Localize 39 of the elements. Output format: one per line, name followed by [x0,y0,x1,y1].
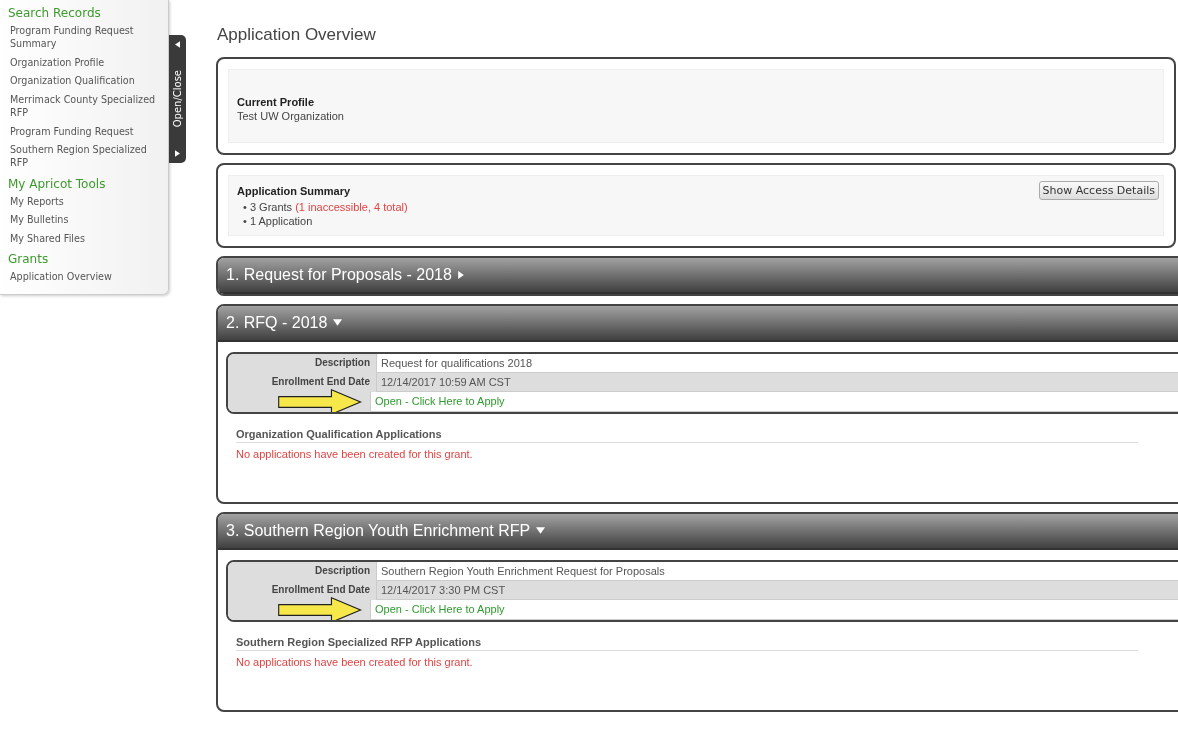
sidebar-link[interactable]: Program Funding Request [8,122,168,141]
down-triangle-icon [536,527,546,535]
applications-heading: Southern Region Specialized RFP Applications [236,635,1138,651]
sidebar-link[interactable]: Southern Region Specialized RFP [8,140,168,173]
sidebar-link[interactable]: My Shared Files [8,229,168,249]
show-access-details-button[interactable]: Show Access Details [1038,181,1159,200]
down-triangle-icon [333,319,343,327]
sidebar-heading: Search Records [8,6,102,20]
applications-heading: Organization Qualification Applications [236,427,1138,443]
summary-heading: Application Summary [237,184,351,197]
empty-message: No applications have been created for this grant. [236,447,474,460]
detail-value: Request for qualifications 2018 [376,353,1178,373]
grant-header[interactable]: 3. Southern Region Youth Enrichment RFP [218,513,1178,550]
sidebar-link[interactable]: Organization Profile [8,53,168,73]
profile-value: Test UW Organization [237,110,345,122]
page-title: Application Overview [217,25,377,45]
sidebar-link[interactable]: My Reports [8,192,168,212]
detail-value: Southern Region Youth Enrichment Request for Proposals [376,561,1178,581]
left-triangle-icon [175,41,180,48]
sidebar-link[interactable]: Application Overview [8,268,168,287]
summary-line: • 3 Grants (1 inaccessible, 4 total) [242,200,409,215]
profile-heading: Current Profile [237,96,315,108]
sidebar-heading: My Apricot Tools [8,176,107,191]
detail-label: Description [228,353,376,373]
right-triangle-icon [175,150,180,157]
grant-header[interactable]: 2. RFQ - 2018 [218,305,1178,342]
summary-line: • 1 Application [242,214,314,229]
sidebar-link[interactable]: Merrimack County Specialized RFP [8,90,168,123]
empty-message: No applications have been created for this grant. [236,655,474,668]
sidebar-link[interactable]: Organization Qualification [8,72,168,91]
apply-link[interactable]: Open - Click Here to Apply [375,394,505,407]
right-triangle-icon [457,270,464,279]
sidebar-link[interactable]: Program Funding Request Summary [8,22,168,54]
apply-link[interactable]: Open - Click Here to Apply [375,602,505,615]
sidebar-heading: Grants [8,252,50,267]
detail-label: Description [228,561,376,581]
sidebar-link[interactable]: My Bulletins [8,211,168,230]
grant-header[interactable]: 1. Request for Proposals - 2018 [218,257,1178,294]
open-close-tab[interactable]: Open/Close [169,35,186,163]
